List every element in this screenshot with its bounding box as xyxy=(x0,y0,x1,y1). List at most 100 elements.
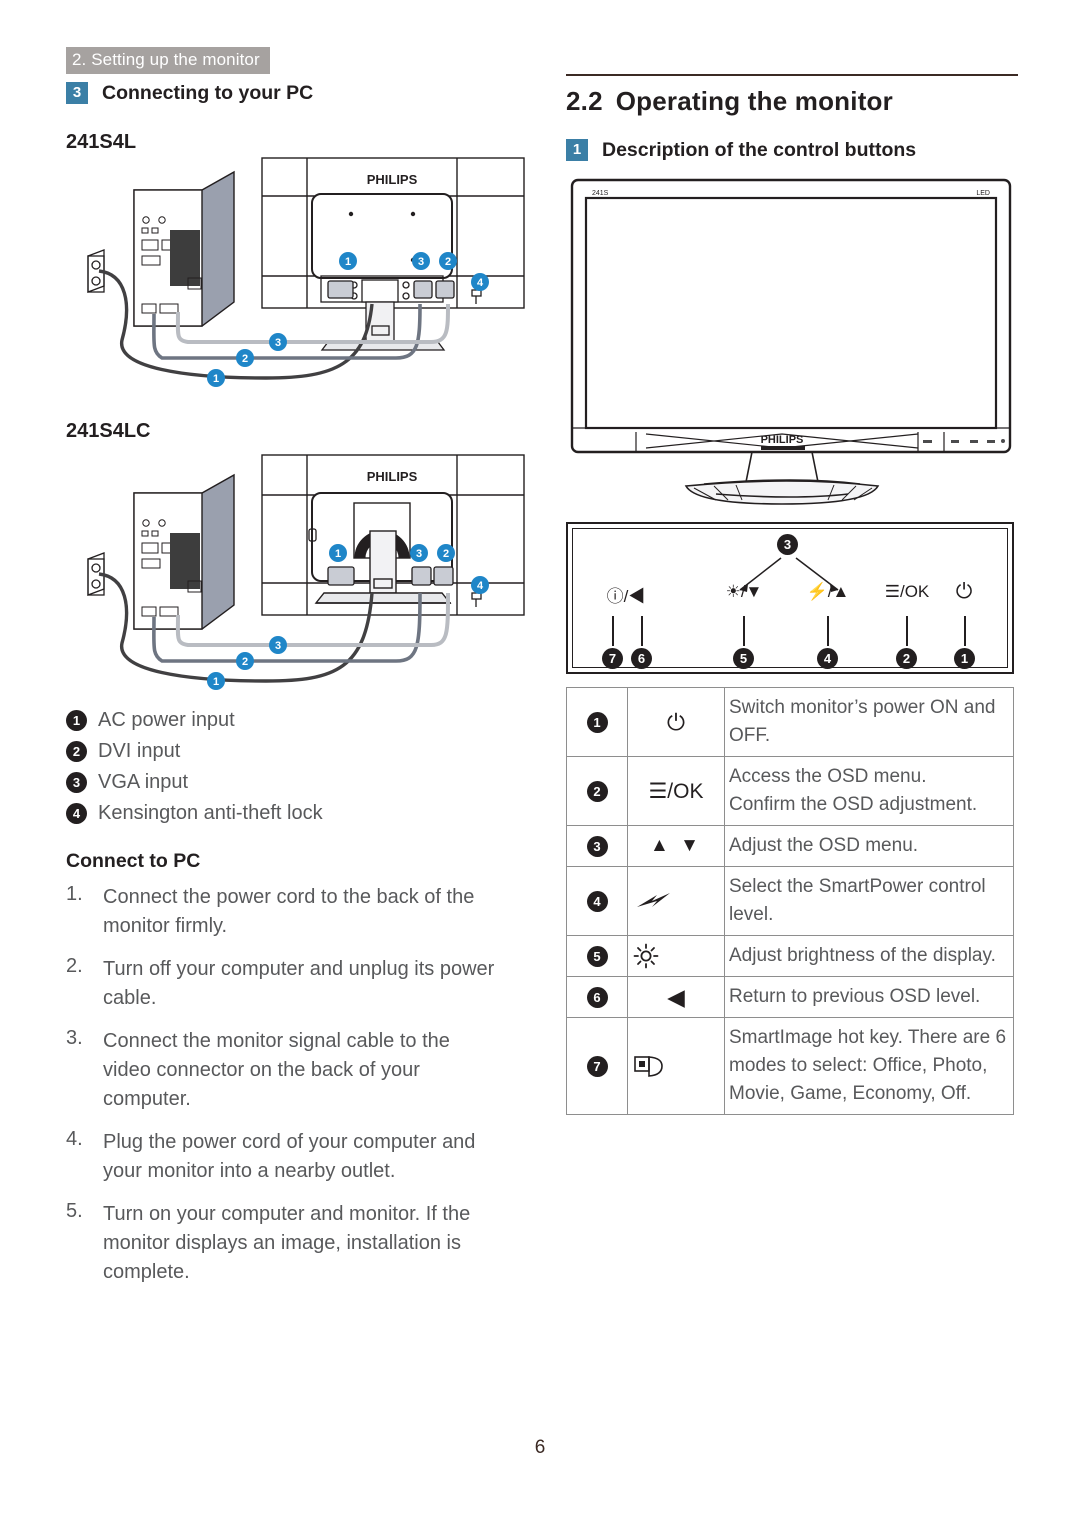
smartimage-icon xyxy=(627,1017,725,1115)
svg-text:2: 2 xyxy=(242,656,248,668)
page-title: 2.2 Operating the monitor xyxy=(566,86,1018,117)
legend-number: 2 xyxy=(66,741,87,762)
up-down-arrow-icon: ▲ ▼ xyxy=(627,825,725,867)
row-description: Access the OSD menu. Confirm the OSD adj… xyxy=(724,756,1014,826)
callout-5: 5 xyxy=(733,648,754,669)
list-item: 4. Plug the power cord of your computer … xyxy=(66,1128,536,1186)
step-number: 3. xyxy=(66,1027,83,1049)
list-item: 2 DVI input xyxy=(66,741,536,762)
callout-1: 1 xyxy=(954,648,975,669)
row-description: Return to previous OSD level. xyxy=(724,976,1014,1018)
svg-text:1: 1 xyxy=(213,676,219,688)
leader-line-2 xyxy=(906,616,908,646)
row-number-cell: 5 xyxy=(566,935,628,977)
step-number: 1. xyxy=(66,883,83,905)
control-buttons-table: 1 ⏻ Switch monitor’s power ON and OFF. 2… xyxy=(566,687,1014,1115)
svg-text:1: 1 xyxy=(335,548,341,560)
leader-line-5 xyxy=(743,616,745,646)
subsection-number-badge: 1 xyxy=(566,139,588,161)
philips-logo-front: PHILIPS xyxy=(761,434,804,446)
row-number: 7 xyxy=(586,1055,608,1077)
connection-diagram-241s4l: PHILIPS 1 3 2 4 1 2 3 xyxy=(66,154,536,394)
callout-4: 4 xyxy=(817,648,838,669)
svg-text:2: 2 xyxy=(445,256,451,268)
row-description: Switch monitor’s power ON and OFF. xyxy=(724,687,1014,757)
row-number-cell: 1 xyxy=(566,687,628,757)
power-led-strip xyxy=(761,446,805,450)
list-item: 4 Kensington anti-theft lock xyxy=(66,803,536,824)
svg-text:3: 3 xyxy=(275,337,281,349)
smartimage-back-icon: ⓘ/◀ xyxy=(606,587,646,606)
table-row: 6 ◀ Return to previous OSD level. xyxy=(566,976,1014,1018)
section-number-badge: 3 xyxy=(66,82,88,104)
svg-text:2: 2 xyxy=(242,353,248,365)
legend-number: 1 xyxy=(66,710,87,731)
table-row: 5 Adjust brightness of the display. xyxy=(566,935,1014,977)
step-text: Connect the monitor signal cable to the … xyxy=(103,1030,450,1110)
row-number-cell: 4 xyxy=(566,866,628,936)
row-number: 6 xyxy=(586,986,608,1008)
power-icon: ⏻ xyxy=(627,687,725,757)
leader-line-4 xyxy=(827,616,829,646)
row-description: Adjust brightness of the display. xyxy=(724,935,1014,977)
list-item: 3 VGA input xyxy=(66,772,536,793)
table-row: 3 ▲ ▼ Adjust the OSD menu. xyxy=(566,825,1014,867)
right-column: 2.2 Operating the monitor 1 Description of… xyxy=(566,74,1018,1115)
table-row: 4 Select the SmartPower control level. xyxy=(566,866,1014,936)
connect-steps-list: 1. Connect the power cord to the back of… xyxy=(66,883,536,1287)
running-header: 2. Setting up the monitor xyxy=(66,47,270,74)
step-number: 4. xyxy=(66,1128,83,1150)
row-number-cell: 6 xyxy=(566,976,628,1018)
menu-ok-icon: ☰/OK xyxy=(884,582,930,601)
svg-text:3: 3 xyxy=(416,548,422,560)
control-buttons-diagram: 3 ⓘ/◀ ☀/▼ ⚡/▲ ☰/OK ⏻ 7 6 5 4 2 1 xyxy=(566,522,1014,674)
row-number: 2 xyxy=(586,780,608,802)
step-text: Turn on your computer and monitor. If th… xyxy=(103,1203,471,1283)
smartpower-icon xyxy=(627,866,725,936)
leader-line-7 xyxy=(612,616,614,646)
bezel-buttons xyxy=(923,439,1005,443)
brightness-icon xyxy=(627,935,725,977)
menu-ok-icon: ☰/OK xyxy=(627,756,725,826)
table-row: 1 ⏻ Switch monitor’s power ON and OFF. xyxy=(566,687,1014,757)
legend-label: VGA input xyxy=(98,771,189,793)
philips-logo-diagram1: PHILIPS xyxy=(367,172,418,187)
port-legend-list: 1 AC power input 2 DVI input 3 VGA input… xyxy=(66,710,536,824)
row-description: Select the SmartPower control level. xyxy=(724,866,1014,936)
monitor-led-mark: LED xyxy=(976,190,990,197)
step-text: Turn off your computer and unplug its po… xyxy=(103,958,495,1009)
step-number: 5. xyxy=(66,1200,83,1222)
left-column: 3 Connecting to your PC 241S4L PHILIPS 1… xyxy=(66,82,536,1301)
callout-7: 7 xyxy=(602,648,623,669)
brightness-down-icon: ☀/▼ xyxy=(725,582,763,601)
power-icon: ⏻ xyxy=(955,580,973,603)
row-description: SmartImage hot key. There are 6 modes to… xyxy=(724,1017,1014,1115)
row-number: 5 xyxy=(586,945,608,967)
philips-logo-diagram2: PHILIPS xyxy=(367,469,418,484)
model-label-241s4l: 241S4L xyxy=(66,131,137,153)
legend-number: 4 xyxy=(66,803,87,824)
connect-to-pc-heading: Connect to PC xyxy=(66,850,201,872)
legend-label: DVI input xyxy=(98,740,181,762)
svg-text:2: 2 xyxy=(443,548,449,560)
monitor-front-view: 241S LED PHILIPS xyxy=(566,176,1018,506)
callout-2: 2 xyxy=(896,648,917,669)
subsection-title: Description of the control buttons xyxy=(602,139,917,161)
step-text: Connect the power cord to the back of th… xyxy=(103,886,475,937)
section-rule xyxy=(566,74,1018,76)
list-item: 3. Connect the monitor signal cable to t… xyxy=(66,1027,536,1114)
page-number: 6 xyxy=(534,1437,546,1458)
row-number: 3 xyxy=(586,835,608,857)
svg-text:3: 3 xyxy=(418,256,424,268)
row-number: 1 xyxy=(586,711,608,733)
row-number-cell: 2 xyxy=(566,756,628,826)
svg-text:3: 3 xyxy=(275,640,281,652)
svg-text:1: 1 xyxy=(345,256,351,268)
callout-6: 6 xyxy=(631,648,652,669)
legend-number: 3 xyxy=(66,772,87,793)
heading-title: Operating the monitor xyxy=(615,86,893,116)
table-row: 7 SmartImage hot key. There are 6 modes … xyxy=(566,1017,1014,1115)
svg-text:1: 1 xyxy=(213,373,219,385)
list-item: 5. Turn on your computer and monitor. If… xyxy=(66,1200,536,1287)
legend-label: AC power input xyxy=(98,709,235,731)
